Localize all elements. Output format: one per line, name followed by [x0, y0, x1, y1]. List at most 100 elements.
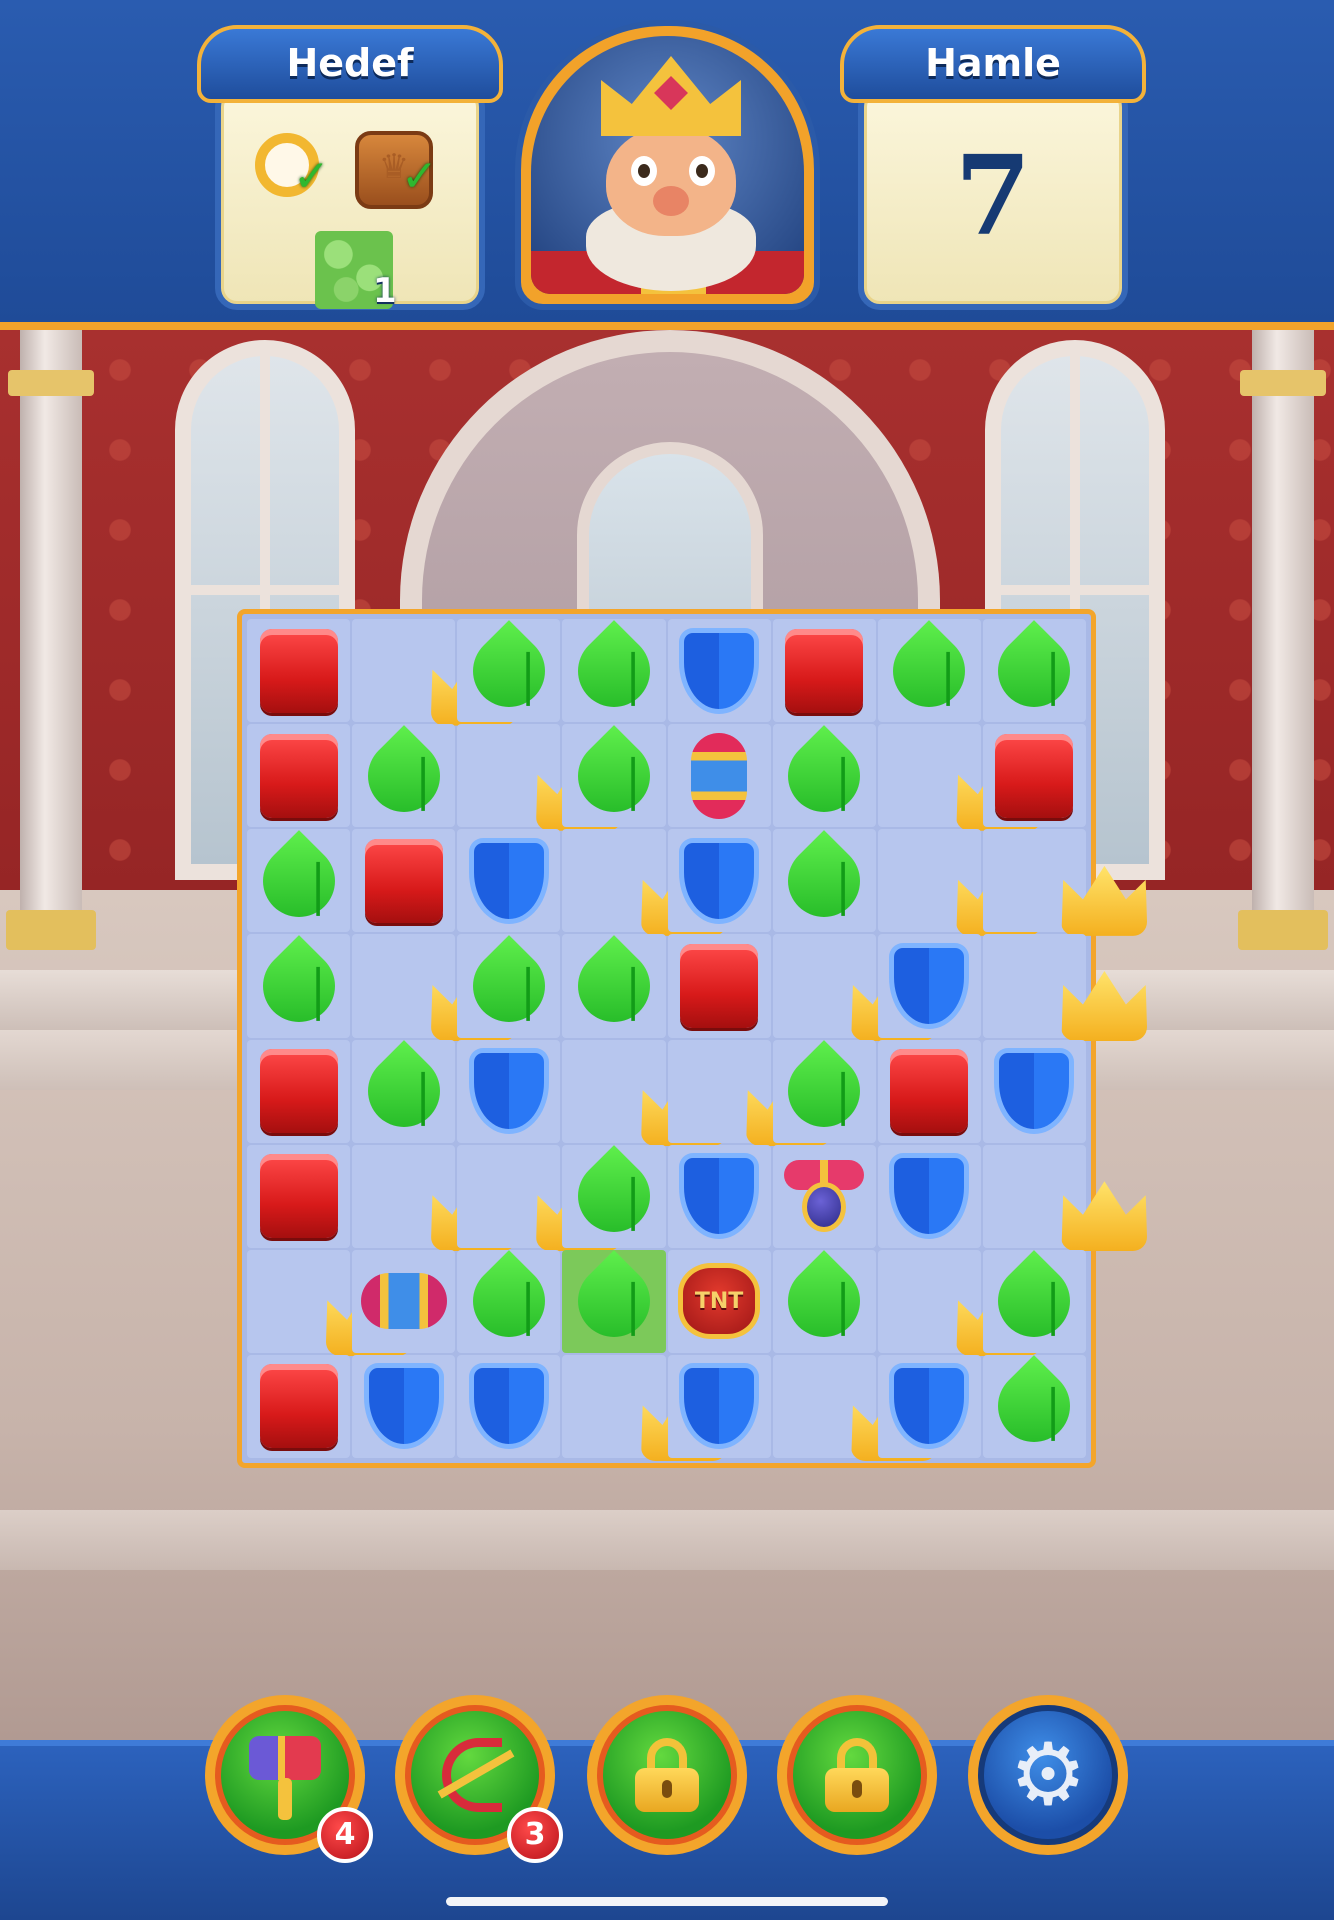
tnt-powerup[interactable]: TNT — [678, 1263, 761, 1340]
board-cell[interactable] — [247, 1354, 351, 1458]
board-cell[interactable] — [772, 1039, 876, 1143]
board-cell[interactable] — [352, 1039, 456, 1143]
blue-shield-tile[interactable] — [468, 1363, 549, 1450]
board-cell[interactable] — [562, 1039, 727, 1147]
blue-shield-tile[interactable] — [679, 1153, 760, 1240]
board-cell[interactable] — [247, 1144, 351, 1248]
board-cell[interactable] — [772, 724, 876, 828]
red-box-tile[interactable] — [259, 1049, 338, 1134]
blue-shield-tile[interactable] — [679, 837, 760, 924]
green-leaf-tile[interactable] — [457, 619, 560, 722]
blue-shield-tile[interactable] — [679, 1363, 760, 1450]
board-cell[interactable] — [562, 934, 666, 1038]
board-cell[interactable] — [457, 1144, 622, 1252]
blue-shield-tile[interactable] — [994, 1048, 1075, 1135]
propeller-powerup[interactable] — [784, 1156, 865, 1236]
board-cell[interactable] — [562, 1144, 666, 1248]
blue-shield-tile[interactable] — [889, 1153, 970, 1240]
board-cell[interactable] — [877, 1039, 981, 1143]
red-box-tile[interactable] — [364, 838, 443, 923]
board-cell[interactable] — [667, 829, 771, 933]
board-cell[interactable] — [772, 829, 876, 933]
green-leaf-tile[interactable] — [457, 935, 560, 1037]
board-cell[interactable] — [772, 934, 938, 1041]
board-cell[interactable] — [457, 829, 561, 933]
hammer-booster-button[interactable]: 4 — [205, 1695, 373, 1863]
green-leaf-tile[interactable] — [773, 1040, 876, 1142]
red-box-tile[interactable] — [259, 628, 338, 713]
board-cell[interactable] — [352, 1354, 456, 1458]
grass-covered-cell[interactable] — [562, 1249, 666, 1353]
board-cell[interactable] — [877, 1354, 981, 1458]
vertical-rocket-powerup[interactable] — [691, 732, 748, 819]
board-cell[interactable] — [247, 934, 351, 1038]
board-cell[interactable] — [352, 1144, 517, 1252]
board-cell[interactable] — [877, 724, 1043, 831]
green-leaf-tile[interactable] — [773, 724, 876, 827]
board-cell[interactable] — [562, 1354, 727, 1462]
red-box-tile[interactable] — [259, 1154, 338, 1239]
board-cell[interactable] — [667, 1039, 833, 1147]
board-cell[interactable] — [352, 619, 517, 726]
board-cell[interactable] — [457, 934, 561, 1038]
blue-shield-tile[interactable] — [889, 1363, 970, 1450]
board-cell[interactable] — [352, 724, 456, 828]
board-cell[interactable] — [247, 829, 351, 933]
board-cell[interactable] — [667, 724, 771, 828]
board-cell[interactable] — [772, 1144, 876, 1248]
green-leaf-tile[interactable] — [563, 619, 665, 722]
board-cell[interactable] — [562, 619, 666, 723]
green-leaf-tile[interactable] — [563, 724, 665, 827]
board-cell[interactable] — [247, 1039, 351, 1143]
board-cell[interactable] — [667, 934, 771, 1038]
board-cell[interactable] — [457, 1354, 561, 1458]
green-leaf-tile[interactable] — [247, 829, 350, 932]
board-cell[interactable] — [877, 1144, 981, 1248]
locked-booster-button-2[interactable] — [777, 1695, 937, 1855]
green-leaf-tile[interactable] — [878, 619, 981, 722]
blue-shield-tile[interactable] — [363, 1363, 444, 1450]
red-box-tile[interactable] — [680, 943, 759, 1028]
green-leaf-tile[interactable] — [563, 1145, 665, 1248]
locked-booster-button-1[interactable] — [587, 1695, 747, 1855]
board-cell[interactable] — [247, 619, 351, 723]
board-cell[interactable] — [247, 1249, 412, 1357]
board-cell[interactable] — [982, 1354, 1086, 1458]
red-box-tile[interactable] — [995, 733, 1074, 818]
board-cell[interactable] — [877, 934, 981, 1038]
board-cell[interactable] — [982, 829, 1148, 936]
green-leaf-tile[interactable] — [457, 1250, 560, 1353]
green-leaf-tile[interactable] — [983, 1355, 1086, 1458]
green-leaf-tile[interactable] — [983, 619, 1086, 722]
board-cell[interactable] — [772, 619, 876, 723]
red-box-tile[interactable] — [259, 1364, 338, 1449]
green-leaf-tile[interactable] — [352, 1040, 455, 1142]
red-box-tile[interactable] — [259, 733, 338, 818]
red-box-tile[interactable] — [890, 1049, 969, 1134]
board-cell[interactable] — [457, 1039, 561, 1143]
board-cell[interactable] — [667, 619, 771, 723]
blue-shield-tile[interactable] — [889, 942, 970, 1029]
board-cell[interactable] — [352, 934, 517, 1041]
board-cell[interactable] — [562, 829, 727, 936]
board-cell[interactable]: TNT — [667, 1249, 771, 1353]
board-cell[interactable] — [667, 1354, 771, 1458]
board-cell[interactable] — [877, 619, 981, 723]
board-cell[interactable] — [772, 1249, 876, 1353]
board-cell[interactable] — [457, 619, 561, 723]
home-indicator[interactable] — [446, 1897, 888, 1906]
board-cell[interactable] — [457, 1249, 561, 1353]
green-leaf-tile[interactable] — [247, 935, 350, 1037]
board-cell[interactable] — [352, 829, 456, 933]
green-leaf-tile[interactable] — [773, 1250, 876, 1353]
board-cell[interactable] — [772, 1354, 938, 1462]
arrow-booster-button[interactable]: 3 — [395, 1695, 563, 1863]
board-cell[interactable] — [562, 724, 666, 828]
blue-shield-tile[interactable] — [679, 627, 760, 714]
horizontal-rocket-powerup[interactable] — [360, 1273, 447, 1330]
board-cell[interactable] — [982, 724, 1086, 828]
green-leaf-tile[interactable] — [563, 1250, 665, 1353]
board-cell[interactable] — [877, 1249, 1043, 1357]
board-cell[interactable] — [667, 1144, 771, 1248]
blue-shield-tile[interactable] — [468, 837, 549, 924]
